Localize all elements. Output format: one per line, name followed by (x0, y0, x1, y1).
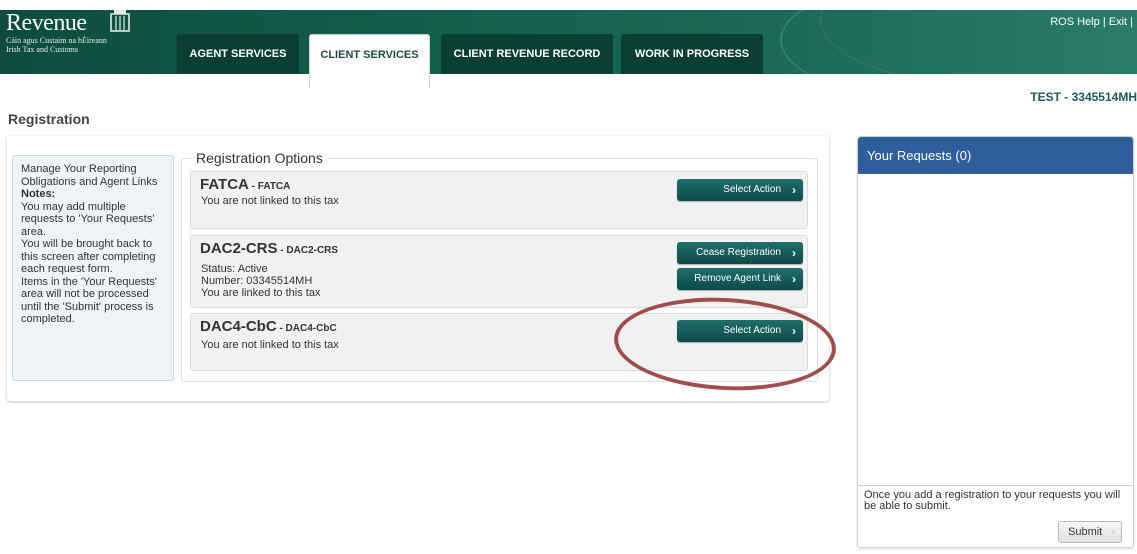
notes-line: You will be brought back to this screen … (21, 238, 156, 275)
tax-name: FATCA - FATCA (200, 176, 290, 193)
tax-title: DAC2-CRS (200, 240, 278, 257)
tax-code: - FATCA (248, 181, 291, 192)
tax-code: - DAC2-CRS (277, 245, 339, 256)
button-label: Submit (1068, 526, 1103, 538)
submit-button[interactable]: Submit › (1058, 521, 1122, 543)
tab-agent-services[interactable]: AGENT SERVICES (177, 34, 299, 74)
harp-icon (110, 10, 130, 32)
tax-link-status: You are not linked to this tax (201, 195, 339, 207)
chevron-right-icon: › (792, 183, 796, 197)
notes-heading: Notes: (21, 188, 56, 200)
button-label: Select Action (723, 184, 781, 195)
tax-row-fatca: FATCA - FATCA You are not linked to this… (190, 171, 808, 229)
logo-subtitle-english: Irish Tax and Customs (6, 45, 78, 54)
select-action-button[interactable]: Select Action › (677, 179, 803, 201)
tab-work-in-progress[interactable]: WORK IN PROGRESS (621, 34, 763, 74)
tax-link-status: You are linked to this tax (201, 287, 321, 299)
tax-status: Status: Active (201, 263, 268, 275)
tax-name: DAC2-CRS - DAC2-CRS (200, 240, 338, 257)
tax-title: DAC4-CbC (200, 318, 277, 335)
tax-title: FATCA (200, 176, 249, 193)
top-links: ROS Help | Exit | (1050, 16, 1133, 28)
exit-link[interactable]: Exit | (1109, 16, 1133, 28)
page-title: Registration (8, 111, 90, 127)
notes-intro: Manage Your Reporting Obligations and Ag… (21, 163, 158, 188)
logo-word: Revenue (6, 10, 87, 36)
ros-help-link[interactable]: ROS Help (1050, 16, 1100, 28)
tax-code: - DAC4-CbC (276, 323, 337, 334)
chevron-right-icon: › (792, 272, 796, 286)
client-identifier: TEST - 3345514MH (1030, 90, 1137, 104)
button-label: Cease Registration (695, 247, 781, 258)
logo-subtitle-irish: Cáin agus Custaim na hÉireann (6, 36, 107, 45)
tax-name: DAC4-CbC - DAC4-CbC (200, 318, 337, 335)
button-label: Remove Agent Link (694, 273, 781, 284)
tab-client-revenue-record[interactable]: CLIENT REVENUE RECORD (441, 34, 613, 74)
chevron-right-icon: › (792, 246, 796, 260)
requests-info-text: Once you add a registration to your requ… (858, 485, 1133, 516)
cease-registration-button[interactable]: Cease Registration › (677, 242, 803, 264)
notes-line: Items in the 'Your Requests' area will n… (21, 275, 157, 326)
top-header: Revenue Cáin agus Custaim na hÉireann Ir… (0, 10, 1137, 74)
link-separator: | (1102, 16, 1106, 28)
remove-agent-link-button[interactable]: Remove Agent Link › (677, 268, 803, 290)
tab-client-services[interactable]: CLIENT SERVICES (309, 34, 430, 88)
notes-panel: Manage Your Reporting Obligations and Ag… (12, 155, 174, 381)
revenue-logo[interactable]: Revenue Cáin agus Custaim na hÉireann Ir… (6, 10, 130, 54)
notes-line: You may add multiple requests to 'Your R… (21, 200, 155, 238)
tax-number: Number: 03345514MH (201, 275, 313, 287)
your-requests-title: Your Requests (0) (858, 137, 1133, 174)
your-requests-panel: Your Requests (0) Once you add a registr… (857, 136, 1134, 548)
tax-link-status: You are not linked to this tax (201, 339, 339, 351)
registration-options-legend: Registration Options (191, 150, 328, 166)
chevron-right-icon: › (1111, 526, 1115, 538)
